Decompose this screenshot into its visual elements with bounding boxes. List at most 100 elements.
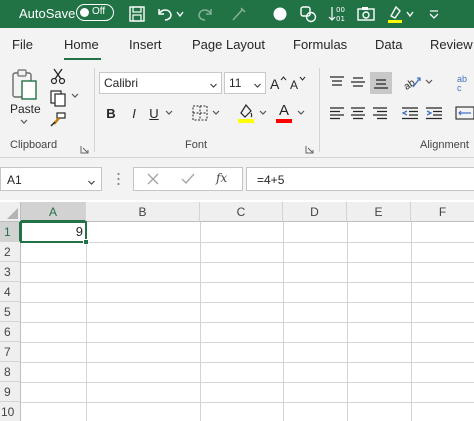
highlight-dropdown-icon[interactable] [404, 3, 416, 25]
column-header-f[interactable]: F [411, 202, 474, 222]
orientation-icon[interactable]: ab [401, 71, 423, 93]
chevron-down-icon [253, 78, 262, 93]
font-size-select[interactable]: 11 [224, 72, 266, 94]
fill-handle[interactable] [83, 239, 89, 245]
cancel-icon[interactable] [146, 172, 160, 189]
bottom-align-icon[interactable] [370, 72, 392, 94]
select-all-icon [7, 208, 18, 219]
sort-icon[interactable]: 00 01 [326, 3, 348, 25]
formula-value: =4+5 [257, 173, 285, 187]
camera-icon[interactable] [355, 3, 377, 25]
fill-color-dropdown-icon[interactable] [258, 109, 268, 117]
tab-home[interactable]: Home [64, 37, 99, 52]
bold-button[interactable]: B [104, 104, 118, 122]
ribbon-tabs: File Home Insert Page Layout Formulas Da… [0, 28, 474, 60]
font-launcher-icon[interactable] [305, 142, 314, 154]
undo-icon[interactable] [154, 3, 176, 25]
row-header-10[interactable]: 10 [0, 402, 21, 421]
underline-dropdown-icon[interactable] [164, 109, 174, 117]
paste-icon[interactable] [10, 68, 40, 102]
align-left-icon[interactable] [327, 103, 347, 123]
font-name-select[interactable]: Calibri [99, 72, 222, 94]
underline-button[interactable]: U [147, 104, 161, 122]
formula-bar-resize-handle[interactable] [117, 171, 120, 187]
row-header-7[interactable]: 7 [0, 342, 21, 362]
italic-button[interactable]: I [127, 104, 141, 122]
paste-dropdown-icon[interactable] [19, 118, 29, 126]
tab-review[interactable]: Review [430, 37, 473, 52]
borders-dropdown-icon[interactable] [211, 109, 221, 117]
wrap-text-icon[interactable]: ab c [454, 72, 474, 94]
decrease-indent-icon[interactable] [400, 103, 420, 123]
formula-input[interactable]: =4+5 [246, 167, 474, 191]
tab-page-layout[interactable]: Page Layout [192, 37, 265, 52]
tab-data[interactable]: Data [375, 37, 402, 52]
align-center-icon[interactable] [348, 103, 368, 123]
column-header-c[interactable]: C [200, 202, 283, 222]
undo-dropdown-icon[interactable] [174, 3, 186, 25]
circle-icon[interactable] [269, 3, 291, 25]
redo-icon[interactable] [194, 3, 216, 25]
orientation-dropdown-icon[interactable] [424, 78, 434, 86]
row-header-2[interactable]: 2 [0, 242, 21, 262]
row-header-5[interactable]: 5 [0, 302, 21, 322]
top-align-icon[interactable] [327, 72, 347, 92]
row-header-4[interactable]: 4 [0, 282, 21, 302]
merge-center-icon[interactable] [454, 103, 474, 123]
increase-font-size-icon[interactable]: A [269, 72, 287, 94]
column-header-d[interactable]: D [283, 202, 347, 222]
select-all-button[interactable] [0, 202, 21, 222]
clipboard-launcher-icon[interactable] [80, 142, 89, 154]
font-group-label: Font [185, 139, 208, 151]
clipboard-group-label: Clipboard [10, 139, 58, 151]
column-header-a[interactable]: A [21, 202, 86, 222]
autosave-state: Off [92, 6, 106, 17]
copy-dropdown-icon[interactable] [70, 92, 80, 100]
tab-formulas[interactable]: Formulas [293, 37, 347, 52]
borders-icon[interactable] [191, 103, 209, 123]
decrease-font-size-icon[interactable]: A [289, 72, 307, 94]
gridline [21, 382, 474, 383]
column-header-e[interactable]: E [347, 202, 411, 222]
row-header-9[interactable]: 9 [0, 382, 21, 402]
font-name-value: Calibri [104, 76, 139, 90]
svg-text:00: 00 [336, 6, 345, 14]
shapes-icon[interactable] [297, 3, 319, 25]
row-header-3[interactable]: 3 [0, 262, 21, 282]
align-right-icon[interactable] [370, 103, 390, 123]
save-icon[interactable] [126, 3, 148, 25]
increase-indent-icon[interactable] [424, 103, 444, 123]
chevron-down-icon [209, 78, 218, 93]
column-header-b[interactable]: B [86, 202, 200, 222]
customize-qat-icon[interactable] [423, 3, 445, 25]
format-painter-icon[interactable] [228, 3, 250, 25]
enter-icon[interactable] [180, 172, 196, 189]
tab-file[interactable]: File [12, 37, 33, 52]
group-separator [319, 68, 320, 152]
middle-align-icon[interactable] [348, 72, 368, 92]
gridline [21, 402, 474, 403]
font-color-label: A [278, 102, 289, 119]
copy-icon[interactable] [48, 88, 68, 108]
autosave-toggle[interactable]: Off [76, 4, 114, 21]
insert-function-icon[interactable]: fx [216, 171, 227, 185]
font-color-dropdown-icon[interactable] [296, 109, 306, 117]
cut-icon[interactable] [48, 66, 68, 86]
gridline [21, 362, 474, 363]
tab-insert[interactable]: Insert [129, 37, 162, 52]
highlight-icon[interactable] [384, 3, 406, 25]
name-box-value: A1 [7, 173, 22, 187]
row-header-1[interactable]: 1 [0, 222, 21, 242]
worksheet-grid: A B C D E F 1 2 3 4 5 6 7 8 9 10 9 [0, 200, 474, 421]
name-box[interactable]: A1 [0, 167, 102, 191]
gridline [21, 262, 474, 263]
paste-label[interactable]: Paste [10, 102, 41, 116]
fill-color-icon[interactable] [236, 102, 256, 124]
row-header-8[interactable]: 8 [0, 362, 21, 382]
row-header-6[interactable]: 6 [0, 322, 21, 342]
font-color-icon[interactable]: A [274, 102, 294, 124]
gridline [21, 322, 474, 323]
gridline [21, 282, 474, 283]
format-painter-icon[interactable] [48, 110, 68, 130]
svg-text:01: 01 [336, 15, 345, 23]
